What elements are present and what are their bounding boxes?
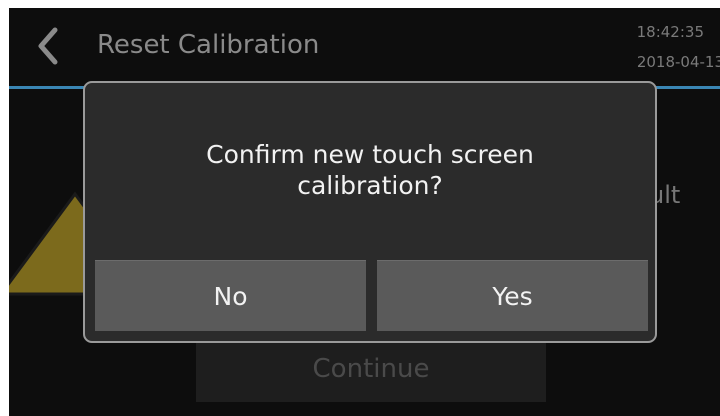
chevron-left-icon (38, 27, 58, 65)
page-title: Reset Calibration (97, 30, 320, 60)
device-screen: Reset Calibration 18:42:35 2018-04-13 ul… (9, 8, 720, 416)
no-button[interactable]: No (95, 260, 366, 331)
header-bar: Reset Calibration 18:42:35 2018-04-13 (9, 8, 720, 86)
back-button[interactable] (31, 24, 67, 68)
clock-date: 2018-04-13 (636, 53, 720, 71)
clock-time: 18:42:35 (636, 23, 704, 41)
continue-button-label: Continue (312, 354, 430, 384)
dialog-message: Confirm new touch screen calibration? (206, 140, 534, 200)
confirm-dialog: Confirm new touch screen calibration? No… (83, 81, 657, 343)
yes-button[interactable]: Yes (377, 260, 648, 331)
